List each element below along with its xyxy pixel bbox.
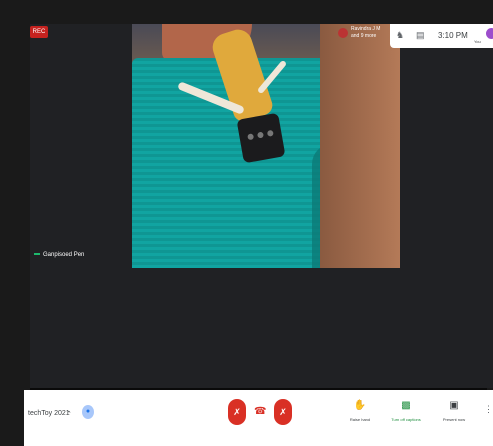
mic-off-button[interactable]: ✗ [228, 399, 246, 425]
self-avatar[interactable] [486, 28, 493, 39]
people-icon[interactable]: ♞ [396, 30, 404, 41]
camera-off-button[interactable]: ✗ [274, 399, 292, 425]
presenter-video[interactable] [132, 24, 400, 268]
speaking-indicator-icon [34, 253, 40, 256]
participant-summary-text: Ravindra J M and 9 more [351, 26, 381, 39]
camera-off-icon: ✗ [279, 407, 287, 417]
video-arm-right [320, 24, 400, 268]
pen-dot [257, 131, 264, 139]
clock-time: 3:10 PM [438, 31, 468, 40]
present-now-button[interactable]: ▣ Present now [434, 400, 474, 422]
present-now-label: Present now [442, 417, 466, 422]
self-label: You [474, 39, 481, 44]
participant-avatar [338, 28, 348, 38]
info-bar: ♞ ▤ 3:10 PM You [390, 24, 493, 48]
tile-name-text: Ganpisoed Pen [43, 252, 85, 258]
recording-badge: REC [30, 26, 48, 38]
hang-up-icon[interactable]: ☎ [254, 406, 266, 417]
chevron-up-icon[interactable]: ⌃ [66, 410, 72, 418]
hand-icon: ✋ [353, 400, 367, 411]
meeting-code[interactable]: techToy 2021 [28, 410, 70, 417]
pen-dot [247, 133, 255, 141]
raise-hand-button[interactable]: ✋ Raise hand [340, 400, 380, 422]
bottom-toolbar: techToy 2021 ⌃ ● ✗ ☎ ✗ ✋ Raise hand ▩ Tu… [24, 390, 493, 446]
shield-icon[interactable]: ● [82, 405, 94, 419]
chat-icon[interactable]: ▤ [416, 30, 425, 41]
captions-icon: ▩ [401, 400, 411, 411]
frame-edge-top [0, 0, 493, 24]
meet-window: REC Ravindra J M and 9 more ♞ ▤ 3:10 PM [0, 0, 493, 446]
raise-hand-label: Raise hand [349, 417, 371, 422]
present-icon: ▣ [449, 400, 459, 411]
captions-button[interactable]: ▩ Turn off captions [386, 400, 426, 422]
video-pen-device [236, 112, 286, 164]
pen-dot [266, 129, 274, 137]
frame-edge-left [0, 0, 30, 446]
mic-off-icon: ✗ [233, 407, 241, 417]
tile-name-label: Ganpisoed Pen [34, 252, 84, 258]
video-stage: REC Ravindra J M and 9 more ♞ ▤ 3:10 PM [30, 24, 493, 388]
captions-label: Turn off captions [391, 417, 421, 422]
participant-summary[interactable]: Ravindra J M and 9 more [338, 26, 388, 46]
more-options-icon[interactable]: ⋮ [484, 404, 493, 415]
